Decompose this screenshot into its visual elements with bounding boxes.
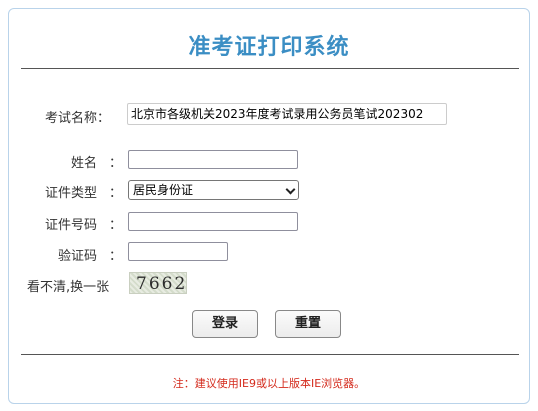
- id-number-colon: ：: [109, 218, 123, 233]
- browser-notice: 注：建议使用IE9或以上版本IE浏览器。: [172, 377, 366, 390]
- refresh-captcha-link[interactable]: 看不清,换一张: [27, 276, 109, 295]
- exam-name-field: 北京市各级机关2023年度考试录用公务员笔试202302: [127, 103, 447, 125]
- id-type-selected: 居民身份证: [133, 183, 194, 197]
- captcha-label: 验证码: [58, 249, 98, 264]
- name-input[interactable]: [128, 150, 298, 169]
- captcha-colon: ：: [109, 249, 123, 264]
- bottom-divider: [21, 354, 519, 355]
- captcha-image[interactable]: 7662: [129, 272, 187, 294]
- id-number-label: 证件号码: [45, 218, 98, 233]
- chevron-down-icon: [285, 184, 296, 195]
- login-button[interactable]: 登录: [192, 310, 258, 338]
- captcha-code: 7662: [136, 274, 188, 294]
- login-panel: 准考证打印系统 考试名称： 北京市各级机关2023年度考试录用公务员笔试2023…: [8, 8, 530, 404]
- captcha-input[interactable]: [128, 242, 228, 261]
- id-type-colon: ：: [109, 186, 123, 201]
- name-colon: ：: [109, 156, 123, 171]
- top-divider: [21, 68, 519, 69]
- reset-button[interactable]: 重置: [275, 310, 341, 338]
- id-type-label: 证件类型: [45, 186, 98, 201]
- id-type-select[interactable]: 居民身份证: [128, 180, 299, 200]
- exam-name-label: 考试名称：: [45, 111, 111, 126]
- id-number-input[interactable]: [128, 212, 298, 231]
- page-title: 准考证打印系统: [188, 35, 350, 60]
- name-label: 姓名: [71, 156, 98, 171]
